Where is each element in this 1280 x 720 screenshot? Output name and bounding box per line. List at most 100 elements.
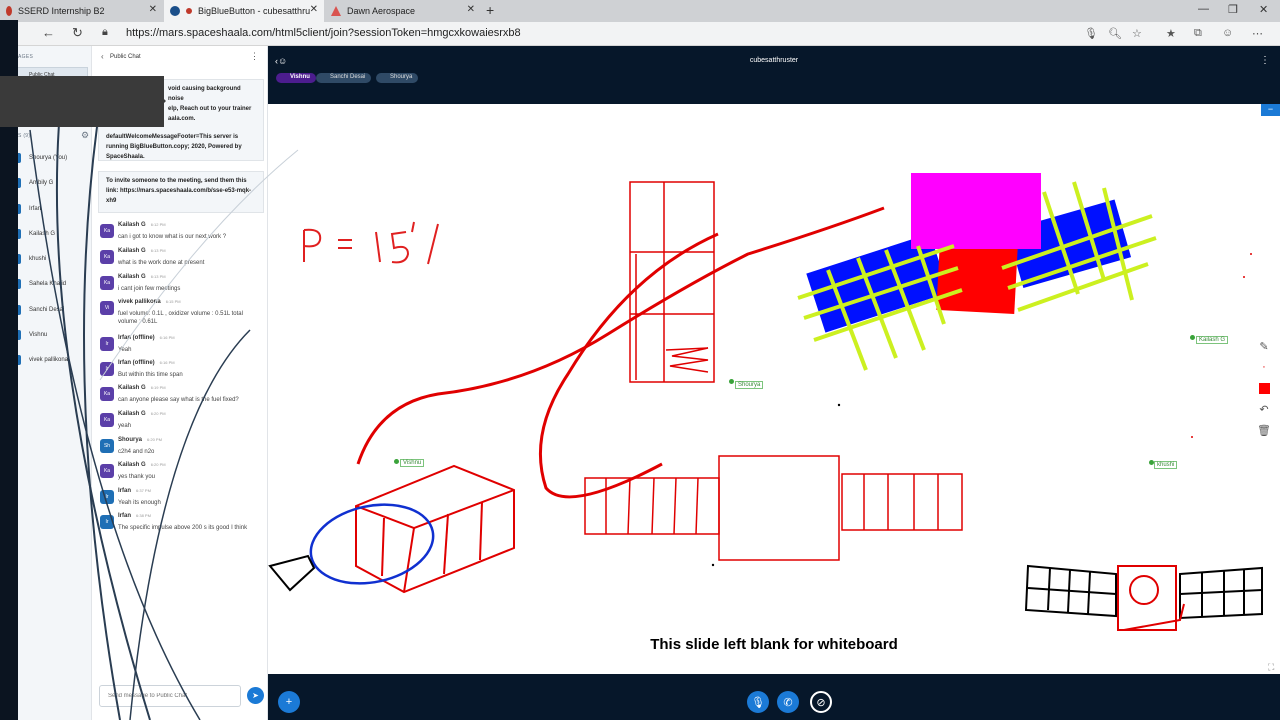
- message-time: 6:15 PM: [165, 299, 181, 304]
- fullscreen-icon[interactable]: ⛶: [1268, 662, 1274, 673]
- user-list-item[interactable]: Sanchi Desai: [12, 303, 90, 317]
- close-tab-icon[interactable]: ✕: [149, 4, 157, 15]
- dot-icon[interactable]: ·: [1256, 359, 1272, 375]
- microphone-permission-icon[interactable]: 🎙︎: [1084, 27, 1098, 40]
- browser-tab-dawn[interactable]: Dawn Aerospace ✕: [325, 0, 481, 22]
- user-name: vivek pallikona: [29, 357, 69, 363]
- user-list-item[interactable]: Sahela Khalid: [12, 277, 90, 291]
- message-time: 6:19 PM: [150, 385, 166, 390]
- user-list-item[interactable]: Vishnu: [12, 328, 90, 342]
- message-author: vivek pallikona: [118, 299, 161, 305]
- message-text: what is the work done at present: [118, 260, 205, 266]
- message-author: Irfan: [118, 488, 132, 494]
- message-avatar: Ka: [100, 224, 114, 238]
- user-list-item[interactable]: Shourya (You): [12, 151, 90, 165]
- message-time: 6:38 PM: [136, 513, 151, 518]
- browser-tab-sserd[interactable]: SSERD Internship B2 ✕: [0, 0, 163, 22]
- restore-window-icon[interactable]: ❐: [1228, 3, 1238, 16]
- message-avatar: Ir: [100, 490, 114, 504]
- user-list-item[interactable]: Irfan: [12, 202, 90, 216]
- favorites-bar-icon[interactable]: ★: [1166, 27, 1176, 40]
- color-swatch[interactable]: [1256, 380, 1272, 396]
- user-list-item[interactable]: khushi: [12, 252, 90, 266]
- chat-message-input[interactable]: [99, 685, 241, 707]
- message-text: Yeah: [118, 347, 132, 353]
- cursor-dot: [1190, 335, 1195, 340]
- message-text: fuel volume: 0.1L , oxidizer volume : 0.…: [118, 311, 243, 325]
- talking-indicator-sanchi: Sanchi Desai: [316, 73, 372, 83]
- message-avatar: Ir: [100, 515, 114, 529]
- undo-icon[interactable]: ↶: [1256, 401, 1272, 417]
- message-time: 6:37 PM: [136, 488, 151, 493]
- dawn-favicon-icon: [331, 6, 341, 16]
- new-tab-button[interactable]: +: [486, 2, 494, 18]
- send-message-button[interactable]: ➤: [247, 687, 264, 704]
- tab-favicon-icon: [6, 6, 12, 16]
- meeting-top-bar: ‹☺ cubesatthruster Vishnu Sanchi Desai S…: [268, 46, 1280, 104]
- trajectory-curve: [356, 206, 885, 465]
- minimize-presentation-button[interactable]: −: [1261, 104, 1280, 116]
- profile-icon[interactable]: ☺: [1222, 27, 1233, 39]
- overlay-arrow-shape: [140, 76, 166, 127]
- close-tab-icon[interactable]: ✕: [310, 4, 318, 15]
- message-time: 6:20 PM: [147, 437, 162, 442]
- options-menu-icon[interactable]: ⋮: [1260, 55, 1270, 66]
- cursor-label-kailash: Kailash G: [1196, 336, 1229, 344]
- message-avatar: Ir: [100, 337, 114, 351]
- blue-ellipse: [309, 503, 435, 585]
- video-off-icon[interactable]: ⊘: [810, 691, 832, 713]
- plus-icon[interactable]: +: [278, 691, 300, 713]
- invite-message-box: To invite someone to the meeting, send t…: [98, 171, 264, 213]
- browser-address-bar: ← ↻ 🔒︎ https://mars.spaceshaala.com/html…: [0, 22, 1280, 46]
- phone-icon[interactable]: ✆: [777, 691, 799, 713]
- close-tab-icon[interactable]: ✕: [467, 4, 475, 15]
- tab-label: Dawn Aerospace: [347, 6, 416, 16]
- back-arrow-icon[interactable]: ←: [42, 25, 55, 40]
- chevron-left-icon[interactable]: ‹: [101, 52, 104, 61]
- collections-icon[interactable]: ⧉: [1194, 27, 1202, 40]
- message-text: c2h4 and n2o: [118, 449, 155, 455]
- message-avatar: Ka: [100, 413, 114, 427]
- settings-more-icon[interactable]: ⋯: [1252, 27, 1263, 40]
- message-author: Irfan: [118, 513, 132, 519]
- url-field[interactable]: https://mars.spaceshaala.com/html5client…: [126, 27, 521, 39]
- trash-icon[interactable]: 🗑︎: [1256, 422, 1272, 438]
- message-text: The specific impulse above 200 s its goo…: [118, 525, 248, 531]
- close-window-icon[interactable]: ✕: [1259, 3, 1268, 16]
- browser-tab-bbb[interactable]: BigBlueButton - cubesatthru ✕: [164, 0, 324, 22]
- meeting-bottom-bar: + 🎙︎ ✆ ⊘ ⛶: [268, 662, 1280, 720]
- users-settings-gear-icon[interactable]: ⚙: [81, 130, 89, 141]
- module-drawing: [584, 455, 963, 561]
- chat-options-icon[interactable]: ⋮: [250, 51, 259, 62]
- microphone-icon[interactable]: 🎙︎: [747, 691, 769, 713]
- message-time: 6:20 PM: [150, 462, 166, 467]
- message-avatar: Ka: [100, 464, 114, 478]
- message-text: Yeah its enough: [118, 500, 161, 506]
- user-list-item[interactable]: vivek pallikona: [12, 353, 90, 367]
- message-author: Kailash G: [118, 274, 146, 280]
- cursor-label-shourya: Shourya: [735, 381, 764, 389]
- recording-dot-icon: [186, 8, 192, 14]
- user-name: Vishnu: [29, 332, 48, 338]
- reload-icon[interactable]: ↻: [72, 25, 83, 41]
- message-text: can anyone please say what is the fuel f…: [118, 397, 239, 403]
- whiteboard-canvas[interactable]: Shourya Vishnu Kailash G khushi This sli…: [268, 104, 1280, 674]
- talking-indicator-vishnu: Vishnu: [276, 73, 316, 83]
- favorite-star-icon[interactable]: ☆: [1132, 27, 1142, 40]
- nozzle-drawing: [268, 554, 316, 592]
- user-list-item[interactable]: Kailash G: [12, 227, 90, 241]
- tab-label: BigBlueButton - cubesatthru: [198, 6, 311, 16]
- lock-icon: 🔒︎: [102, 26, 108, 38]
- whiteboard-drawing: [268, 173, 1263, 631]
- message-author: Irfan (offline): [118, 335, 155, 341]
- minimize-window-icon[interactable]: —: [1198, 3, 1209, 15]
- pencil-icon[interactable]: ✎: [1256, 338, 1272, 354]
- talking-indicator-shourya: Shourya: [376, 73, 419, 83]
- user-name: Shourya (You): [29, 155, 68, 161]
- user-name: Irfan: [29, 206, 42, 212]
- user-list-item[interactable]: Ambily G: [12, 176, 90, 190]
- user-name: khushi: [29, 256, 47, 262]
- cursor-label-vishnu: Vishnu: [400, 459, 425, 467]
- message-avatar: Ka: [100, 276, 114, 290]
- zoom-icon[interactable]: 🔍︎: [1108, 27, 1122, 40]
